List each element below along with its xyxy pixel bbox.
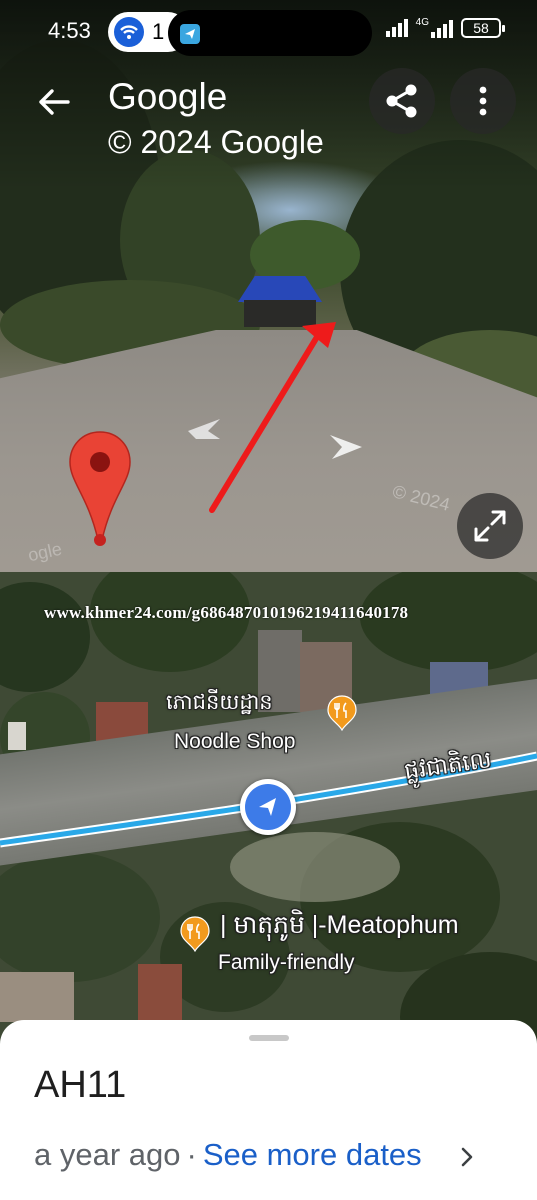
- drag-handle[interactable]: [249, 1035, 289, 1041]
- capture-date: a year ago: [34, 1137, 181, 1172]
- street-view-position-marker[interactable]: [240, 779, 296, 835]
- restaurant-icon[interactable]: [180, 916, 210, 952]
- navigation-arrow-icon: [259, 798, 276, 816]
- location-title: AH11: [34, 1064, 127, 1106]
- place-name[interactable]: | មាតុភូមិ |-Meatophum: [220, 912, 459, 938]
- chevron-right-icon[interactable]: [460, 1147, 474, 1167]
- capture-date-row: a year ago · See more dates: [34, 1137, 422, 1173]
- place-name-khmer[interactable]: ភោជនីយដ្ឋាន: [166, 690, 273, 716]
- place-subtitle[interactable]: Family-friendly: [218, 950, 355, 976]
- separator: ·: [186, 1137, 197, 1172]
- direction-indicator: [245, 784, 291, 830]
- place-subtitle[interactable]: Noodle Shop: [174, 729, 295, 755]
- restaurant-icon[interactable]: [327, 695, 357, 731]
- info-sheet[interactable]: AH11 a year ago · See more dates: [0, 1020, 537, 1200]
- see-more-dates-link[interactable]: See more dates: [203, 1137, 422, 1172]
- map-watermark: www.khmer24.com/g68648701019621941164017…: [44, 603, 409, 622]
